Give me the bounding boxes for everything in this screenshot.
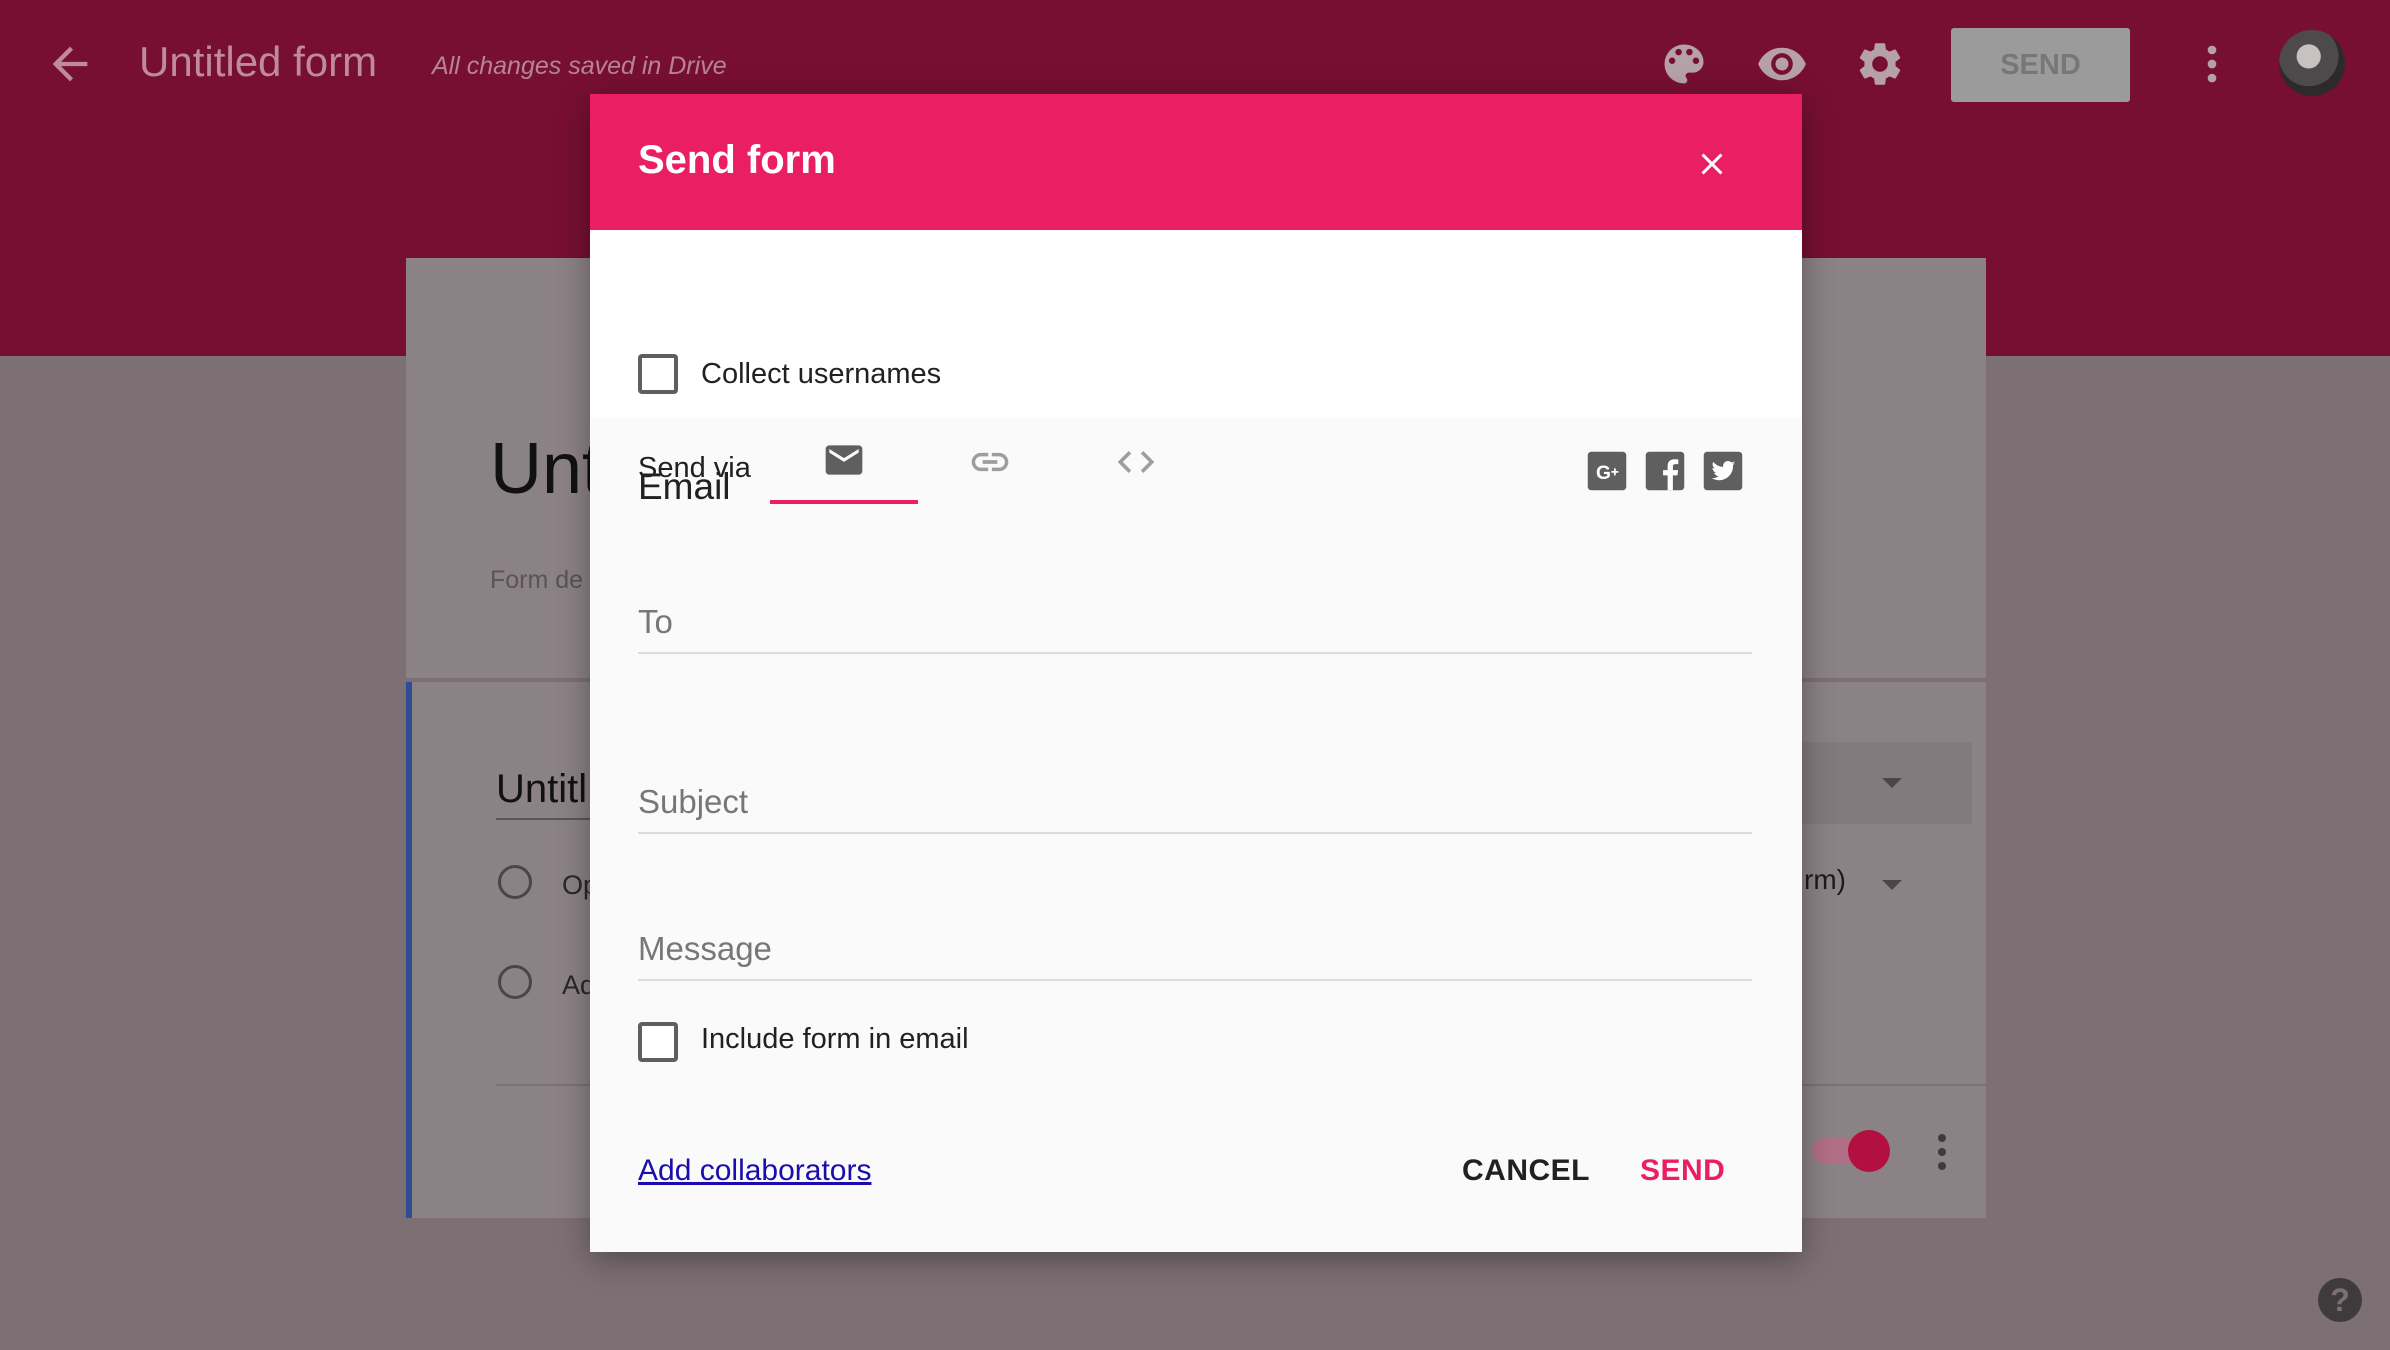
include-form-label: Include form in email xyxy=(701,1023,969,1055)
form-title-field: Unt xyxy=(490,429,603,509)
dialog-options: Collect usernames Send via G xyxy=(590,230,1802,504)
include-form-checkbox[interactable] xyxy=(638,1022,678,1062)
more-vert-icon[interactable] xyxy=(2186,38,2238,90)
facebook-icon[interactable] xyxy=(1644,450,1686,492)
send-button-header[interactable]: SEND xyxy=(1951,28,2130,102)
active-tab-indicator xyxy=(770,500,918,504)
code-icon xyxy=(1117,451,1155,473)
help-icon[interactable]: ? xyxy=(2318,1278,2362,1322)
twitter-icon[interactable] xyxy=(1702,450,1744,492)
avatar[interactable] xyxy=(2279,30,2345,96)
form-title[interactable]: Untitled form xyxy=(139,38,377,86)
email-tab[interactable] xyxy=(770,438,918,546)
link-icon xyxy=(971,452,1009,472)
to-field[interactable] xyxy=(638,594,1752,654)
email-icon xyxy=(825,445,863,475)
more-vert-icon xyxy=(1938,1134,1946,1170)
cancel-button[interactable]: CANCEL xyxy=(1462,1154,1590,1188)
link-tab[interactable] xyxy=(916,438,1064,546)
to-input[interactable] xyxy=(638,594,1752,650)
form-description-field: Form de xyxy=(490,566,584,594)
radio-icon xyxy=(498,965,532,999)
collect-usernames-checkbox[interactable] xyxy=(638,354,678,394)
dialog-header: Send form xyxy=(590,94,1802,230)
back-arrow-icon[interactable] xyxy=(44,38,96,90)
subject-input[interactable] xyxy=(638,774,1752,830)
to-underline xyxy=(638,652,1752,654)
go-to-section-label: rm) xyxy=(1804,864,1846,895)
google-plus-icon[interactable]: G xyxy=(1586,450,1628,492)
add-collaborators-link[interactable]: Add collaborators xyxy=(638,1154,871,1188)
gear-icon[interactable] xyxy=(1854,38,1906,90)
message-underline xyxy=(638,979,1752,981)
palette-icon[interactable] xyxy=(1658,38,1710,90)
message-field[interactable] xyxy=(638,921,1752,981)
send-button[interactable]: SEND xyxy=(1640,1154,1725,1188)
save-status: All changes saved in Drive xyxy=(432,52,727,80)
question-title: Untitl xyxy=(496,767,588,811)
radio-icon xyxy=(498,865,532,899)
required-toggle-knob xyxy=(1848,1130,1890,1172)
dialog-title: Send form xyxy=(638,138,836,182)
dropdown-arrow-icon xyxy=(1882,880,1902,890)
collect-usernames-label: Collect usernames xyxy=(701,358,942,390)
eye-icon[interactable] xyxy=(1756,38,1808,90)
dropdown-arrow-icon xyxy=(1882,778,1902,788)
email-section-heading: Email xyxy=(638,466,731,507)
subject-underline xyxy=(638,832,1752,834)
close-icon[interactable] xyxy=(1694,146,1730,182)
send-form-dialog: Send form Collect usernames Send via G E… xyxy=(590,94,1802,1252)
embed-tab[interactable] xyxy=(1062,438,1210,546)
subject-field[interactable] xyxy=(638,774,1752,834)
message-input[interactable] xyxy=(638,921,1752,977)
svg-text:G: G xyxy=(1596,463,1611,484)
